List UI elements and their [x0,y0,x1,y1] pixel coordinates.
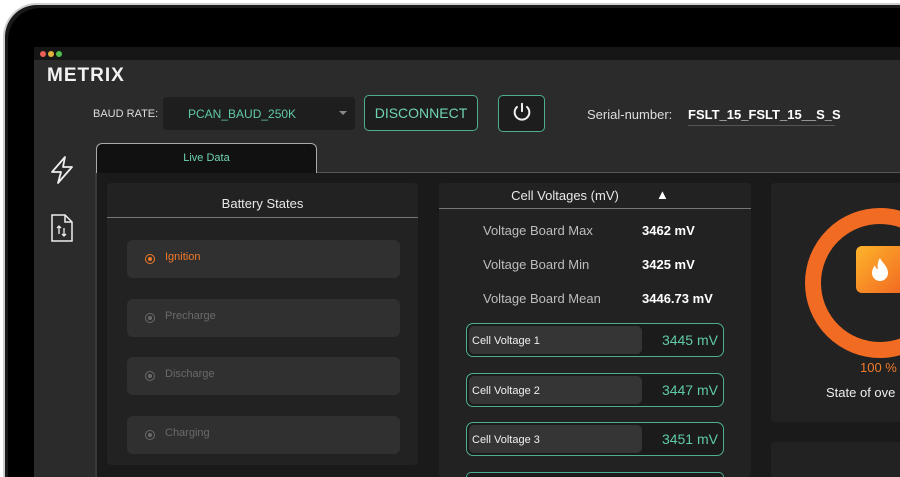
power-button[interactable] [498,95,545,132]
cell-voltage-item: Cell Voltage 1 3445 mV [466,323,724,357]
baud-rate-dropdown[interactable]: PCAN_BAUD_250K [163,97,355,130]
lightning-icon [51,156,73,184]
baud-rate-label: BAUD RATE: [93,108,159,120]
stat-label: Voltage Board Max [483,223,593,238]
radio-icon [145,254,155,264]
cell-value: 3445 mV [661,332,718,348]
tab-label: Live Data [183,152,230,164]
state-precharge[interactable]: Precharge [127,299,400,337]
sort-up-icon[interactable]: ▲ [656,187,669,202]
state-label: Ignition [165,251,201,263]
battery-states-panel: Battery States Ignition Precharge Discha… [107,183,418,465]
battery-states-title: Battery States [221,196,304,211]
radio-icon [145,371,155,381]
title-bar [34,47,900,60]
state-percent: 100 % [860,360,897,375]
metrix-logo: METRIX [47,65,125,86]
state-label: Precharge [165,310,216,322]
cell-voltages-panel: Cell Voltages (mV) ▲ Voltage Board Max 3… [439,183,751,477]
power-icon [513,102,530,121]
disconnect-button[interactable]: DISCONNECT [364,95,478,131]
state-label: Charging [165,427,210,439]
state-label: State of ove [826,385,896,400]
state-panel: 100 % State of ove [771,183,900,422]
cell-value: 3451 mV [661,431,718,447]
cell-value: 3447 mV [661,382,718,398]
cell-voltage-item: Cell Voltage 2 3447 mV [466,373,724,407]
radio-icon [145,313,155,323]
file-transfer-nav[interactable] [50,213,74,248]
cell-voltage-item: Cell Voltage 3 3451 mV [466,422,724,456]
minimize-window-button[interactable] [48,51,54,57]
cell-voltage-item-partial [466,472,724,477]
divider [439,208,751,209]
radio-icon [145,430,155,440]
fire-icon [856,246,900,293]
live-data-nav[interactable] [49,155,75,190]
file-transfer-icon [51,214,73,242]
lower-panel [771,442,900,477]
state-discharge[interactable]: Discharge [127,357,400,395]
stat-label: Voltage Board Min [483,257,590,272]
cell-label: Cell Voltage 1 [469,326,642,354]
stat-value: 3462 mV [642,223,695,238]
cell-label: Cell Voltage 3 [469,425,642,453]
stat-value: 3446.73 mV [642,291,713,306]
app-window: METRIX BAUD RATE: PCAN_BAUD_250K DISCONN… [34,47,900,477]
maximize-window-button[interactable] [56,51,62,57]
close-window-button[interactable] [40,51,46,57]
state-charging[interactable]: Charging [127,416,400,454]
chevron-down-icon [339,111,347,115]
state-label: Discharge [165,368,215,380]
serial-number-label: Serial-number: [587,107,673,122]
cell-voltages-title: Cell Voltages (mV) [511,188,619,203]
stat-value: 3425 mV [642,257,695,272]
baud-rate-value: PCAN_BAUD_250K [188,107,297,121]
tab-live-data[interactable]: Live Data [96,143,317,173]
divider [107,217,418,218]
state-ignition[interactable]: Ignition [127,240,400,278]
serial-number-value: FSLT_15_FSLT_15__S_S [688,107,841,126]
stat-label: Voltage Board Mean [483,291,601,306]
cell-label: Cell Voltage 2 [469,376,642,404]
